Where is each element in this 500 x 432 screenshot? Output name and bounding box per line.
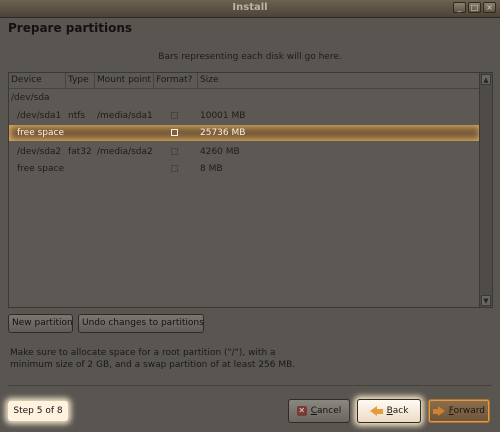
table-row-disk[interactable]: /dev/sda	[9, 90, 481, 106]
cell-size: 25736 MB	[200, 128, 246, 138]
cancel-button[interactable]: ✕ Cancel	[288, 399, 350, 423]
table-scrollbar[interactable]: ▲ ▼	[479, 73, 492, 307]
cell-mount-point: /media/sda2	[97, 147, 153, 157]
page-title: Prepare partitions	[8, 21, 133, 35]
cell-type: fat32	[68, 147, 92, 157]
cancel-label: Cancel	[310, 406, 342, 416]
column-header-size[interactable]: Size	[198, 73, 481, 88]
column-header-device[interactable]: Device	[9, 73, 66, 88]
table-row[interactable]: /dev/sda2 fat32 /media/sda2 4260 MB	[9, 144, 481, 160]
disk-bars-placeholder: Bars representing each disk will go here…	[158, 52, 342, 62]
cell-size: 4260 MB	[200, 147, 240, 157]
format-checkbox[interactable]	[171, 129, 178, 136]
cell-device: /dev/sda1	[17, 111, 62, 121]
table-header: Device Type Mount point Format? Size	[9, 73, 481, 89]
column-header-type[interactable]: Type	[66, 73, 95, 88]
partition-hint-text: Make sure to allocate space for a root p…	[10, 348, 296, 370]
step-indicator: Step 5 of 8	[8, 401, 68, 421]
cancel-icon: ✕	[296, 406, 307, 416]
cell-device: /dev/sda2	[17, 147, 62, 157]
column-header-mount-point[interactable]: Mount point	[95, 73, 154, 88]
cell-mount-point: /media/sda1	[97, 111, 153, 121]
format-checkbox[interactable]	[171, 112, 178, 119]
forward-button[interactable]: Forward	[428, 399, 490, 423]
minimize-button[interactable]: _	[453, 2, 466, 13]
partition-table[interactable]: Device Type Mount point Format? Size /de…	[8, 72, 493, 308]
table-row[interactable]: /dev/sda1 ntfs /media/sda1 10001 MB	[9, 108, 481, 124]
cell-device: free space	[17, 164, 65, 174]
window-titlebar[interactable]: Install _ □ ×	[0, 0, 500, 18]
maximize-button[interactable]: □	[468, 2, 481, 13]
cell-size: 10001 MB	[200, 111, 246, 121]
close-button[interactable]: ×	[483, 2, 496, 13]
disk-label: /dev/sda	[11, 93, 50, 103]
table-row-selected[interactable]: free space 25736 MB	[9, 125, 481, 141]
back-button[interactable]: Back	[357, 399, 421, 423]
cell-size: 8 MB	[200, 164, 223, 174]
window-title: Install	[232, 2, 268, 13]
back-label: Back	[386, 406, 409, 416]
cell-device: free space	[17, 128, 65, 138]
table-row[interactable]: free space 8 MB	[9, 161, 481, 177]
arrow-left-icon	[369, 405, 383, 417]
separator	[8, 385, 492, 386]
column-header-format[interactable]: Format?	[154, 73, 198, 88]
arrow-right-icon	[433, 405, 445, 417]
undo-changes-button[interactable]: Undo changes to partitions	[78, 314, 204, 333]
scroll-down-arrow-icon[interactable]: ▼	[481, 295, 491, 306]
scroll-up-arrow-icon[interactable]: ▲	[481, 74, 491, 85]
format-checkbox[interactable]	[171, 148, 178, 155]
format-checkbox[interactable]	[171, 165, 178, 172]
cell-type: ntfs	[68, 111, 86, 121]
installer-client-area: Prepare partitions Bars representing eac…	[0, 18, 500, 432]
window-controls: _ □ ×	[453, 2, 496, 13]
new-partition-button[interactable]: New partition	[8, 314, 73, 333]
forward-label: Forward	[448, 406, 485, 416]
